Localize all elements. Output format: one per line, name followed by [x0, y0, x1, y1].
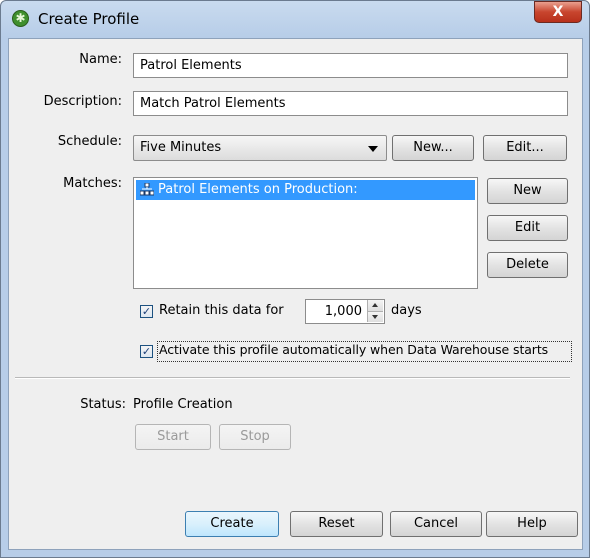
- spin-down-icon[interactable]: [367, 311, 383, 322]
- spin-up-icon[interactable]: [367, 300, 383, 311]
- activate-checkbox[interactable]: ✓: [140, 345, 153, 358]
- separator: [15, 377, 570, 379]
- name-label: Name:: [79, 52, 122, 67]
- status-label: Status:: [80, 397, 126, 412]
- match-item-label: Patrol Elements on Production:: [158, 182, 358, 197]
- retain-unit-label: days: [391, 303, 422, 318]
- dialog-window: ✱ Create Profile X Name: Patrol Elements…: [0, 0, 590, 558]
- window-title: Create Profile: [38, 10, 140, 28]
- retain-days-spinner[interactable]: 1,000: [305, 299, 385, 324]
- schedule-selected-value: Five Minutes: [140, 140, 222, 155]
- activate-label: Activate this profile automatically when…: [159, 342, 549, 357]
- cancel-button[interactable]: Cancel: [390, 511, 482, 537]
- schedule-new-button[interactable]: New...: [392, 135, 474, 161]
- create-button[interactable]: Create: [185, 511, 279, 537]
- reset-button[interactable]: Reset: [290, 511, 383, 537]
- chevron-down-icon: [368, 146, 378, 152]
- hierarchy-icon: [140, 183, 154, 196]
- schedule-edit-button[interactable]: Edit...: [483, 135, 567, 161]
- title-bar[interactable]: ✱ Create Profile X: [1, 1, 589, 37]
- description-label: Description:: [43, 94, 122, 109]
- matches-new-button[interactable]: New: [487, 178, 568, 204]
- status-value: Profile Creation: [133, 397, 233, 412]
- retain-checkbox[interactable]: ✓: [140, 305, 153, 318]
- stop-button[interactable]: Stop: [219, 424, 291, 450]
- list-item[interactable]: Patrol Elements on Production:: [136, 180, 475, 200]
- retain-label: Retain this data for: [159, 303, 284, 318]
- start-button[interactable]: Start: [135, 424, 211, 450]
- matches-delete-button[interactable]: Delete: [487, 252, 568, 278]
- help-button[interactable]: Help: [486, 511, 578, 537]
- schedule-label: Schedule:: [57, 134, 122, 149]
- close-button[interactable]: X: [534, 1, 582, 23]
- name-field[interactable]: Patrol Elements: [133, 53, 568, 78]
- schedule-dropdown[interactable]: Five Minutes: [133, 135, 387, 161]
- matches-edit-button[interactable]: Edit: [487, 215, 568, 241]
- app-asterisk-icon: ✱: [12, 10, 29, 27]
- dialog-body: Name: Patrol Elements Description: Match…: [8, 38, 583, 550]
- retain-days-value: 1,000: [324, 304, 362, 319]
- matches-label: Matches:: [63, 176, 122, 191]
- description-field[interactable]: Match Patrol Elements: [133, 91, 568, 116]
- matches-list[interactable]: Patrol Elements on Production:: [133, 177, 478, 289]
